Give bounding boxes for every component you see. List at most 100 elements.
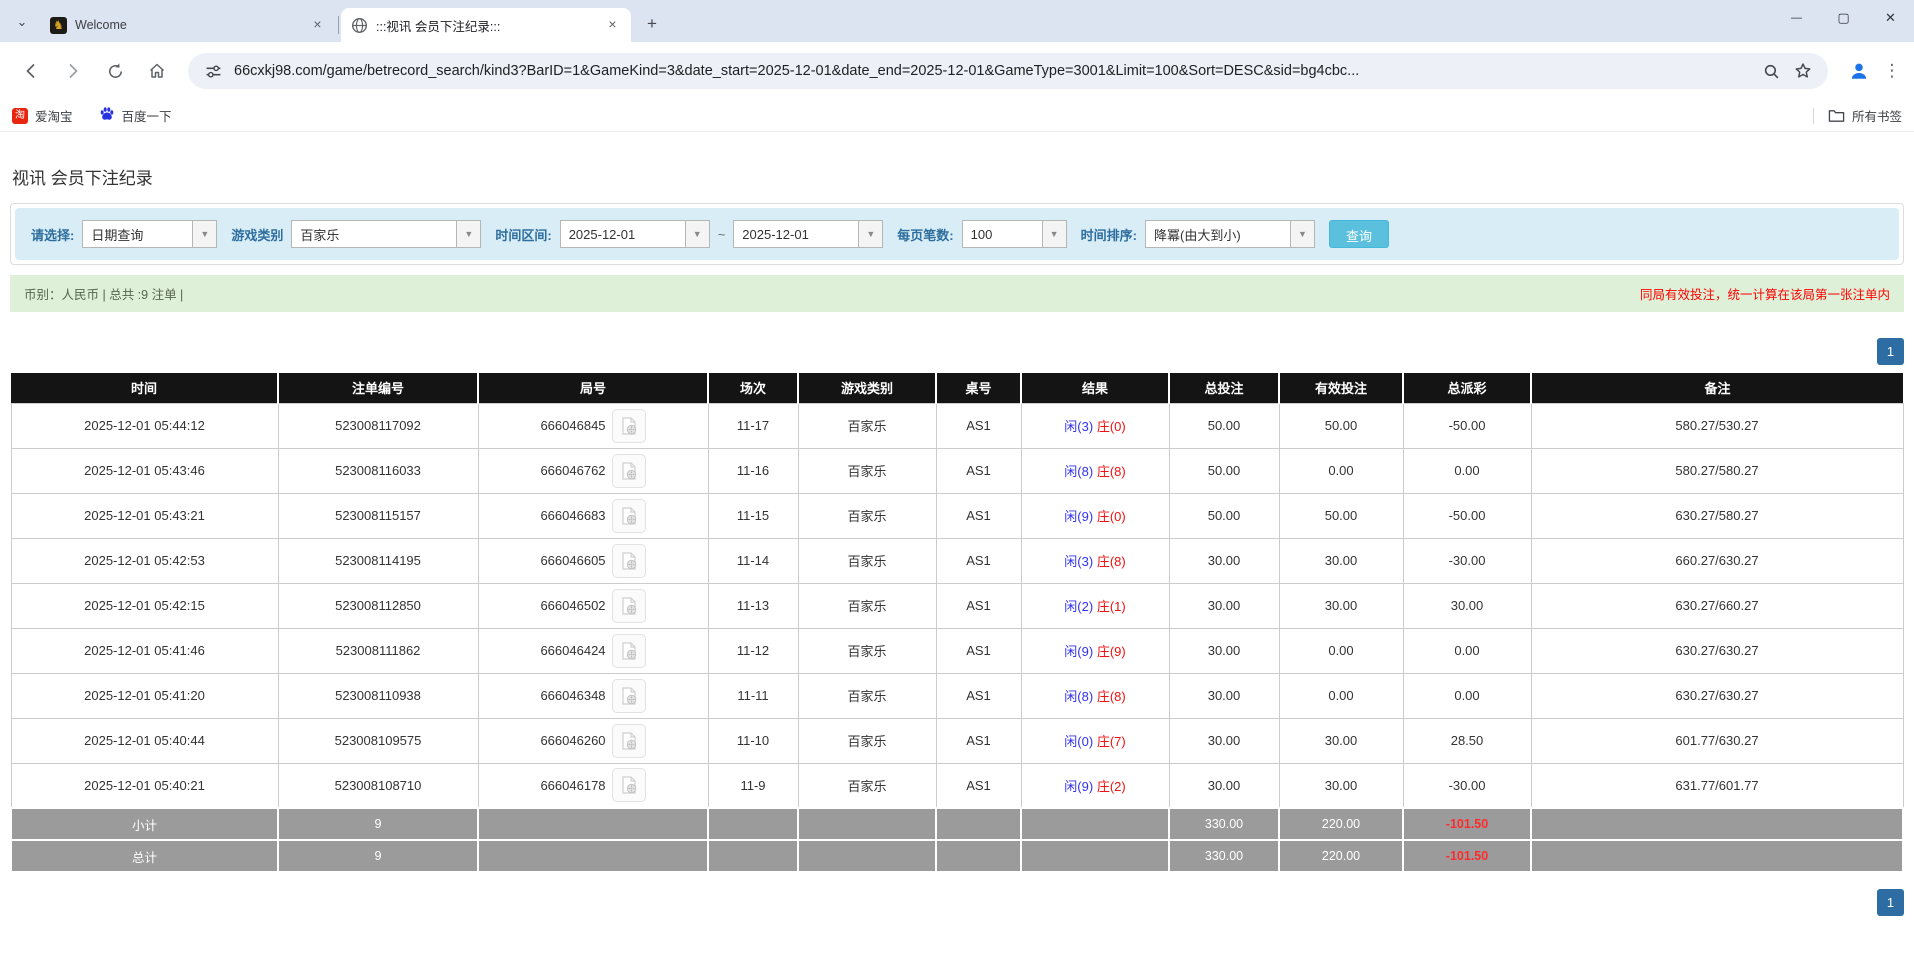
cell-total-bet-link[interactable]: 30.00: [1168, 537, 1280, 584]
video-replay-icon[interactable]: [611, 408, 646, 443]
video-replay-icon[interactable]: [611, 723, 646, 758]
video-replay-icon[interactable]: [611, 498, 646, 533]
cell-table: AS1: [935, 492, 1022, 539]
query-type-select[interactable]: 日期查询 ▼: [82, 220, 218, 248]
bookmark-baidu[interactable]: 百度一下: [99, 106, 172, 125]
cell-payout: -30.00: [1402, 537, 1532, 584]
cell-bet-id: 523008115157: [277, 492, 479, 539]
back-icon[interactable]: [14, 54, 48, 88]
banker-result: 庄(0): [1096, 419, 1126, 434]
cell-total-bet-link[interactable]: 50.00: [1168, 492, 1280, 539]
cell-time: 2025-12-01 05:42:15: [10, 582, 279, 629]
browser-menu-icon[interactable]: ⋮: [1880, 61, 1904, 81]
minimize-button[interactable]: —: [1773, 0, 1820, 36]
chevron-down-icon[interactable]: ▼: [456, 221, 481, 247]
reload-icon[interactable]: [98, 54, 132, 88]
site-info-icon[interactable]: [200, 58, 226, 84]
chevron-down-icon[interactable]: ▼: [684, 221, 709, 247]
cell-bet-id: 523008109575: [277, 717, 479, 764]
cell-total-bet-link[interactable]: 50.00: [1168, 447, 1280, 494]
forward-icon[interactable]: [56, 54, 90, 88]
cell-total-bet-link[interactable]: 30.00: [1168, 582, 1280, 629]
cell-bet-id: 523008111862: [277, 627, 479, 674]
video-replay-icon[interactable]: [611, 588, 646, 623]
chevron-down-icon[interactable]: ▼: [1041, 221, 1066, 247]
sort-select[interactable]: 降冪(由大到小) ▼: [1144, 220, 1315, 248]
chevron-down-icon[interactable]: ▼: [1289, 221, 1314, 247]
cell-bet-id: 523008110938: [277, 672, 479, 719]
cell-session: 11-16: [707, 447, 799, 494]
tab-search-chevron-icon[interactable]: ⌄: [8, 8, 36, 36]
cell-note: 630.27/630.27: [1530, 672, 1904, 719]
video-replay-icon[interactable]: [611, 543, 646, 578]
table-row: 2025-12-01 05:43:21 523008115157 6660466…: [10, 492, 1904, 539]
cell-result: 闲(3) 庄(0): [1020, 402, 1170, 449]
zoom-icon[interactable]: [1758, 58, 1784, 84]
grandtotal-total-bet: 330.00: [1168, 839, 1280, 873]
chevron-down-icon[interactable]: ▼: [858, 221, 883, 247]
home-icon[interactable]: [140, 54, 174, 88]
cell-session: 11-15: [707, 492, 799, 539]
banker-result: 庄(7): [1096, 734, 1126, 749]
page-1-button[interactable]: 1: [1877, 338, 1904, 365]
bookmark-star-icon[interactable]: [1790, 58, 1816, 84]
cell-total-bet-link[interactable]: 30.00: [1168, 672, 1280, 719]
bookmark-aitaobao[interactable]: 淘 爱淘宝: [12, 106, 73, 125]
maximize-button[interactable]: ▢: [1820, 0, 1867, 36]
table-row: 2025-12-01 05:41:46 523008111862 6660464…: [10, 627, 1904, 674]
page-1-button[interactable]: 1: [1877, 889, 1904, 916]
browser-toolbar: 66cxkj98.com/game/betrecord_search/kind3…: [0, 42, 1914, 100]
cell-result: 闲(2) 庄(1): [1020, 582, 1170, 629]
cell-total-bet-link[interactable]: 30.00: [1168, 762, 1280, 809]
url-text[interactable]: 66cxkj98.com/game/betrecord_search/kind3…: [234, 63, 1752, 79]
cell-time: 2025-12-01 05:41:46: [10, 627, 279, 674]
cell-session: 11-17: [707, 402, 799, 449]
cell-table: AS1: [935, 717, 1022, 764]
cell-session: 11-12: [707, 627, 799, 674]
video-replay-icon[interactable]: [611, 768, 646, 803]
cell-table: AS1: [935, 672, 1022, 719]
cell-valid-bet: 0.00: [1278, 672, 1404, 719]
col-valid-bet: 有效投注: [1279, 373, 1404, 403]
col-result: 结果: [1021, 373, 1170, 403]
cell-total-bet-link[interactable]: 30.00: [1168, 717, 1280, 764]
col-time: 时间: [11, 373, 279, 403]
cell-result: 闲(9) 庄(9): [1020, 627, 1170, 674]
new-tab-button[interactable]: +: [639, 11, 665, 37]
table-row: 2025-12-01 05:40:44 523008109575 6660462…: [10, 717, 1904, 764]
bookmark-label: 爱淘宝: [35, 110, 73, 124]
col-game-type: 游戏类别: [798, 373, 937, 403]
chevron-down-icon[interactable]: ▼: [192, 221, 217, 247]
tab-welcome[interactable]: ♞ Welcome ×: [40, 8, 336, 42]
cell-game-type: 百家乐: [797, 492, 937, 539]
cell-total-bet-link[interactable]: 50.00: [1168, 402, 1280, 449]
cell-payout: 0.00: [1402, 672, 1532, 719]
tab-close-icon[interactable]: ×: [604, 16, 621, 34]
table-row: 2025-12-01 05:42:53 523008114195 6660466…: [10, 537, 1904, 584]
per-page-select[interactable]: 100 ▼: [961, 220, 1067, 248]
cell-game-type: 百家乐: [797, 537, 937, 584]
all-bookmarks[interactable]: 所有书签: [1812, 106, 1902, 125]
video-replay-icon[interactable]: [611, 633, 646, 668]
close-window-button[interactable]: ✕: [1867, 0, 1914, 36]
bet-records-table: 时间 注单编号 局号 场次 游戏类别 桌号 结果 总投注 有效投注 总派彩 备注…: [10, 373, 1904, 873]
banker-result: 庄(8): [1096, 689, 1126, 704]
table-header: 时间 注单编号 局号 场次 游戏类别 桌号 结果 总投注 有效投注 总派彩 备注: [11, 373, 1903, 403]
search-button[interactable]: 查询: [1328, 220, 1389, 248]
date-from-select[interactable]: 2025-12-01 ▼: [559, 220, 710, 248]
pagination-top: 1: [10, 338, 1904, 365]
url-bar[interactable]: 66cxkj98.com/game/betrecord_search/kind3…: [188, 53, 1828, 89]
tab-close-icon[interactable]: ×: [309, 16, 326, 34]
col-round-id: 局号: [478, 373, 709, 403]
game-type-select[interactable]: 百家乐 ▼: [291, 220, 482, 248]
col-total-bet: 总投注: [1169, 373, 1280, 403]
profile-avatar-icon[interactable]: [1844, 56, 1874, 86]
video-replay-icon[interactable]: [611, 678, 646, 713]
cell-total-bet-link[interactable]: 30.00: [1168, 627, 1280, 674]
cell-round-id: 666046178: [477, 762, 709, 809]
date-to-select[interactable]: 2025-12-01 ▼: [733, 220, 884, 248]
per-page-label: 每页笔数:: [897, 227, 954, 243]
tab-betrecord[interactable]: :::视讯 会员下注纪录::: ×: [341, 8, 631, 42]
video-replay-icon[interactable]: [611, 453, 646, 488]
cell-valid-bet: 50.00: [1278, 492, 1404, 539]
